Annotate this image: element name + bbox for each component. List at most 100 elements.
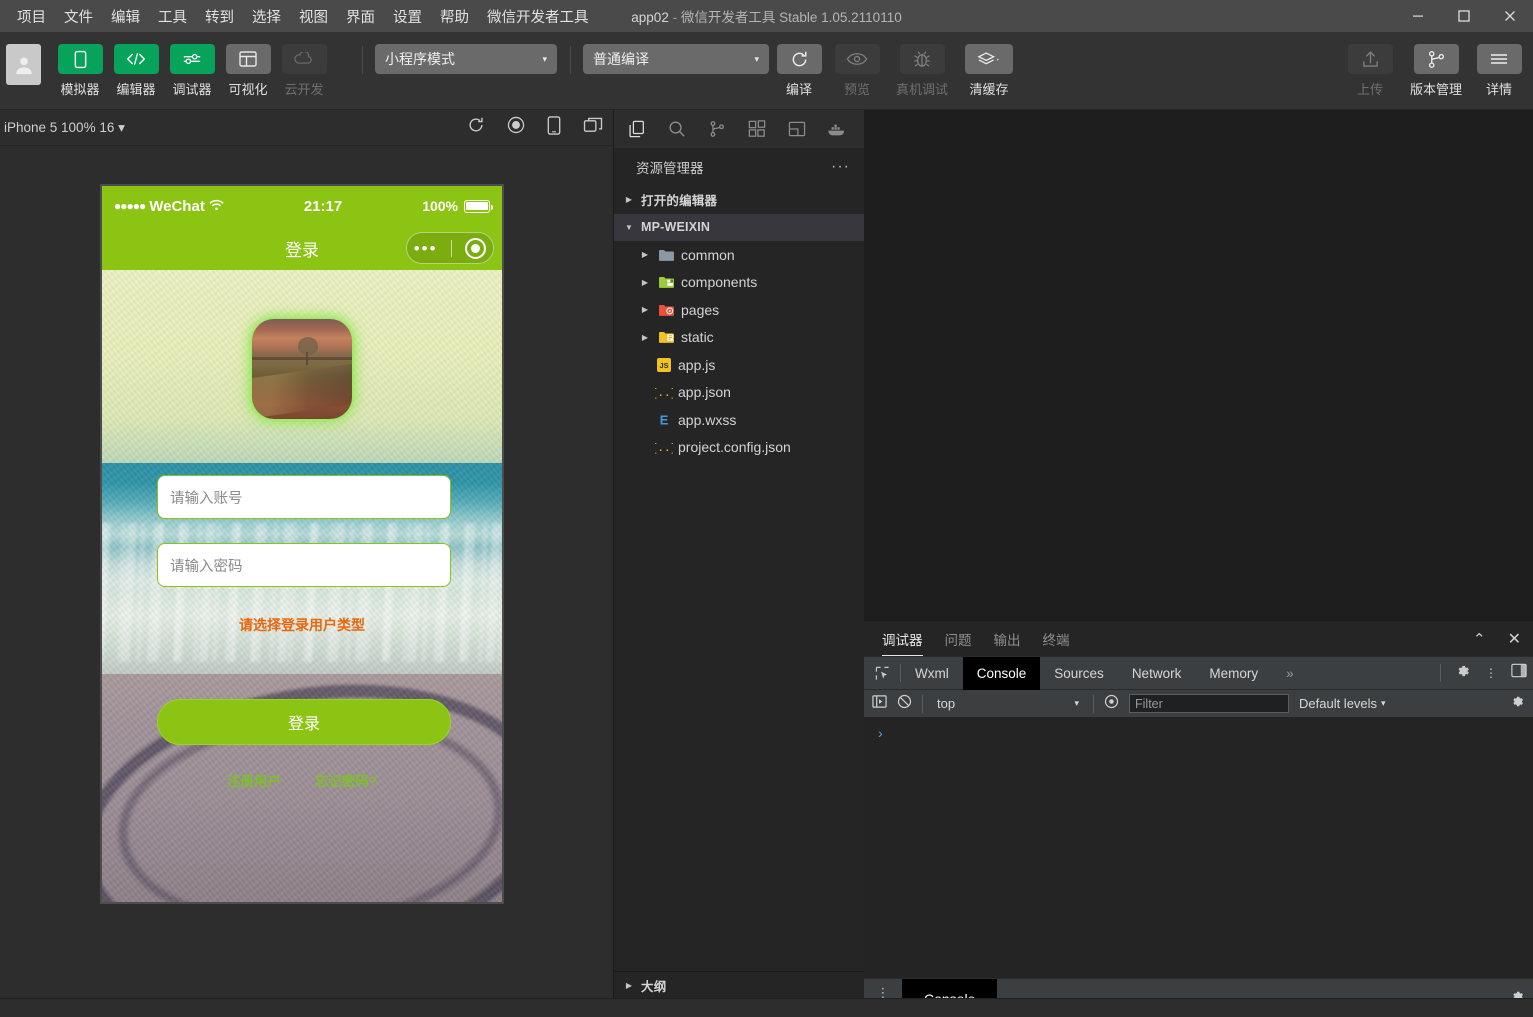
toolbar-label-upload: 上传: [1357, 79, 1383, 98]
tree-row-open-editors[interactable]: ▶ 打开的编辑器: [614, 186, 864, 214]
extensions-icon[interactable]: [746, 118, 768, 140]
chevron-right-icon: ▶: [638, 305, 652, 314]
forgot-password-link[interactable]: 忘记密码?: [315, 770, 377, 790]
close-panel-icon[interactable]: ✕: [1508, 629, 1521, 649]
toolbar-button-editor[interactable]: 编辑器: [108, 44, 164, 98]
panel-tab-debugger[interactable]: 调试器: [882, 621, 923, 656]
console-levels-select[interactable]: Default levels ▾: [1299, 696, 1386, 711]
tree-row-app-wxss[interactable]: Ǝ app.wxss: [614, 406, 864, 434]
tree-row-mp-weixin[interactable]: ▼ MP-WEIXIN: [614, 214, 864, 242]
menu-item-goto[interactable]: 转到: [196, 2, 243, 31]
inspect-element-icon[interactable]: [864, 666, 900, 681]
console-settings-icon[interactable]: [1510, 694, 1525, 714]
toolbar-label-debugger: 调试器: [172, 79, 211, 98]
files-icon[interactable]: [626, 118, 648, 140]
more-vertical-icon[interactable]: ⋮: [1485, 669, 1497, 678]
console-filter-input[interactable]: Filter: [1129, 694, 1289, 713]
toolbar-button-debugger[interactable]: 调试器: [164, 44, 220, 98]
settings-gear-icon[interactable]: [1455, 663, 1471, 684]
chevron-down-icon: ▾: [754, 54, 759, 65]
devtools-tab-sources[interactable]: Sources: [1040, 657, 1118, 690]
tree-row-project-config[interactable]: {..} project.config.json: [614, 434, 864, 462]
clear-console-icon[interactable]: [897, 694, 912, 714]
explorer-more-icon[interactable]: ···: [831, 158, 850, 176]
device-select[interactable]: iPhone 5 100% 16 ▾: [0, 120, 125, 136]
console-output[interactable]: ›: [864, 717, 1533, 979]
explorer-title: 资源管理器: [636, 157, 704, 177]
app-logo-image: [252, 319, 352, 419]
panel-tab-terminal[interactable]: 终端: [1043, 621, 1070, 656]
layout-panel-icon[interactable]: [786, 118, 808, 140]
live-expression-icon[interactable]: [1104, 694, 1119, 714]
compile-mode-select[interactable]: 普通编译 ▾: [583, 44, 769, 74]
tree-row-app-json[interactable]: {..} app.json: [614, 379, 864, 407]
console-levels-value: Default levels: [1299, 696, 1377, 711]
tree-row-app-js[interactable]: JS app.js: [614, 351, 864, 379]
menu-item-view[interactable]: 视图: [290, 2, 337, 31]
console-toolbar: top ▾ Filter Default levels ▾: [864, 689, 1533, 717]
toolbar-button-simulator[interactable]: 模拟器: [52, 44, 108, 98]
multi-window-icon[interactable]: [583, 117, 603, 139]
mode-select[interactable]: 小程序模式 ▾: [375, 44, 557, 74]
devtools-tab-network[interactable]: Network: [1118, 657, 1196, 690]
console-context-select[interactable]: top ▾: [933, 696, 1083, 711]
panel-tab-output[interactable]: 输出: [994, 621, 1021, 656]
toolbar-label-simulator: 模拟器: [60, 79, 99, 98]
devtools-tab-console[interactable]: Console: [963, 657, 1041, 690]
tree-row-pages[interactable]: ▶ pages: [614, 296, 864, 324]
password-input[interactable]: 请输入密码: [157, 543, 451, 587]
console-prompt[interactable]: ›: [864, 717, 1533, 741]
toolbar-button-clearcache[interactable]: 清缓存: [958, 44, 1020, 98]
login-links: 注册用户 忘记密码?: [102, 770, 502, 790]
collapse-panel-icon[interactable]: ⌃: [1473, 630, 1486, 648]
maximize-button[interactable]: [1441, 0, 1487, 32]
wxss-file-icon: Ǝ: [654, 411, 673, 428]
menu-item-devtools[interactable]: 微信开发者工具: [478, 2, 598, 31]
docker-icon[interactable]: [826, 118, 848, 140]
carrier-label: WeChat: [149, 198, 205, 215]
page-title: 登录: [285, 236, 319, 261]
wechat-capsule[interactable]: •••: [406, 232, 494, 264]
chevron-down-icon: ▾: [1381, 698, 1386, 709]
tree-row-static[interactable]: ▶ static: [614, 324, 864, 352]
tree-label: project.config.json: [678, 439, 791, 455]
capsule-menu-icon[interactable]: •••: [414, 240, 438, 257]
avatar[interactable]: [6, 44, 41, 85]
devtools-overflow-icon[interactable]: »: [1272, 657, 1308, 690]
menu-item-project[interactable]: 项目: [8, 2, 55, 31]
devtools-tab-memory[interactable]: Memory: [1195, 657, 1272, 690]
minimize-button[interactable]: [1395, 0, 1441, 32]
menu-item-file[interactable]: 文件: [55, 2, 102, 31]
record-icon[interactable]: [507, 116, 525, 139]
menu-item-settings[interactable]: 设置: [384, 2, 431, 31]
toolbar-button-compile[interactable]: 编译: [770, 44, 828, 98]
execute-sidebar-icon[interactable]: [872, 694, 887, 714]
account-input[interactable]: 请输入账号: [157, 475, 451, 519]
status-bar: [0, 998, 1533, 1017]
rotate-device-icon[interactable]: [547, 116, 561, 140]
toolbar-button-version[interactable]: 版本管理: [1401, 44, 1471, 98]
tree-label: static: [681, 329, 714, 345]
panel-tab-problems[interactable]: 问题: [945, 621, 972, 656]
toolbar-button-details[interactable]: 详情: [1471, 44, 1527, 98]
title-bar: 项目 文件 编辑 工具 转到 选择 视图 界面 设置 帮助 微信开发者工具 ap…: [0, 0, 1533, 32]
source-control-icon[interactable]: [706, 118, 728, 140]
toolbar-label-version: 版本管理: [1410, 79, 1462, 98]
close-button[interactable]: [1487, 0, 1533, 32]
target-icon[interactable]: [465, 238, 486, 259]
outline-section[interactable]: ▶ 大纲: [614, 971, 865, 998]
login-button[interactable]: 登录: [157, 699, 451, 745]
menu-item-select[interactable]: 选择: [243, 2, 290, 31]
menu-item-tools[interactable]: 工具: [149, 2, 196, 31]
menu-item-help[interactable]: 帮助: [431, 2, 478, 31]
register-link[interactable]: 注册用户: [227, 770, 281, 790]
devtools-tab-wxml[interactable]: Wxml: [901, 657, 963, 690]
search-icon[interactable]: [666, 118, 688, 140]
tree-row-common[interactable]: ▶ common: [614, 241, 864, 269]
tree-row-components[interactable]: ▶ components: [614, 269, 864, 297]
toolbar-button-visual[interactable]: 可视化: [220, 44, 276, 98]
refresh-icon[interactable]: [467, 116, 485, 139]
dock-side-icon[interactable]: [1511, 663, 1527, 683]
menu-item-ui[interactable]: 界面: [337, 2, 384, 31]
menu-item-edit[interactable]: 编辑: [102, 2, 149, 31]
